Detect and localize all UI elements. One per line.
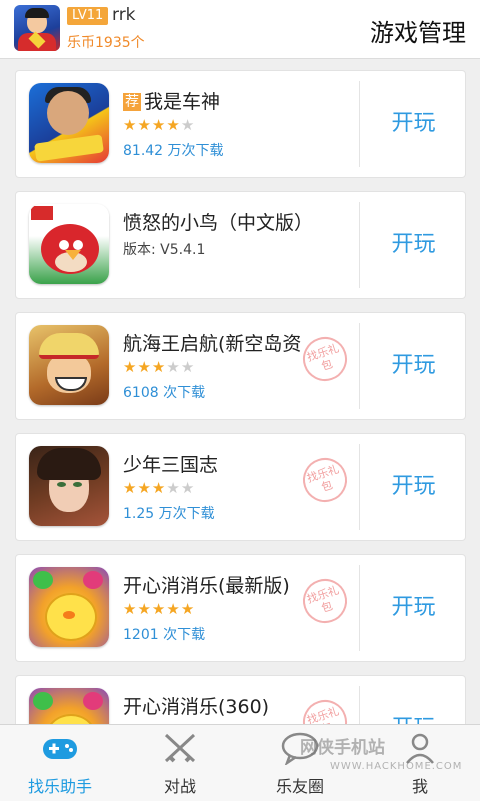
- nav-label: 找乐助手: [27, 777, 92, 796]
- game-list[interactable]: 荐我是车神 ★★★★★ 81.42 万次下载 开玩 愤怒的小鸟（中文版） 版本:…: [0, 58, 480, 724]
- star-filled-icon: ★: [123, 600, 138, 618]
- game-icon-happy-match[interactable]: [29, 567, 109, 647]
- game-icon-one-piece[interactable]: [29, 325, 109, 405]
- download-count: 81.42 万次下载: [123, 143, 224, 159]
- bottom-nav: 找乐助手 对战 乐友圈 我 网侠手机站 WWW.HACKHOME.COM: [0, 724, 480, 801]
- divider: [359, 323, 360, 409]
- star-empty-icon: ★: [180, 358, 196, 376]
- version-label: 版本: V5.4.1: [123, 242, 206, 258]
- divider: [359, 444, 360, 530]
- nav-label: 乐友圈: [275, 777, 324, 796]
- username: rrk: [112, 5, 136, 25]
- gift-pack-stamp: 找乐礼包: [297, 452, 353, 508]
- nav-tab-helper[interactable]: 找乐助手: [0, 725, 120, 801]
- download-count: 1201 次下载: [123, 627, 206, 643]
- recommend-tag: 荐: [123, 93, 141, 111]
- game-card[interactable]: 开心消消乐(360) ★★★★★ 找乐礼包 开玩: [15, 675, 466, 724]
- game-name: 愤怒的小鸟（中文版）: [123, 212, 314, 234]
- nav-label: 我: [411, 777, 428, 796]
- game-card[interactable]: 航海王启航(新空岛资 ★★★★★ 6108 次下载 找乐礼包 开玩: [15, 312, 466, 420]
- watermark-url: WWW.HACKHOME.COM: [330, 761, 463, 772]
- page-title: 游戏管理: [370, 19, 466, 47]
- star-filled-icon: ★: [151, 116, 167, 134]
- game-card[interactable]: 愤怒的小鸟（中文版） 版本: V5.4.1 开玩: [15, 191, 466, 299]
- game-card[interactable]: 少年三国志 ★★★★★ 1.25 万次下载 找乐礼包 开玩: [15, 433, 466, 541]
- star-filled-icon: ★: [151, 479, 167, 497]
- star-empty-icon: ★: [166, 479, 181, 497]
- divider: [359, 565, 360, 651]
- download-count: 6108 次下载: [123, 385, 206, 401]
- star-rating: ★★★★★: [123, 116, 195, 134]
- top-header: LV11 rrk 乐币1935个 游戏管理: [0, 0, 480, 59]
- star-empty-icon: ★: [180, 116, 196, 134]
- game-name: 开心消消乐(360): [123, 696, 270, 718]
- game-name: 航海王启航(新空岛资: [123, 333, 302, 355]
- star-filled-icon: ★: [137, 358, 152, 376]
- star-empty-icon: ★: [180, 479, 196, 497]
- nav-label: 对战: [163, 777, 196, 796]
- star-empty-icon: ★: [166, 358, 181, 376]
- game-card[interactable]: 荐我是车神 ★★★★★ 81.42 万次下载 开玩: [15, 70, 466, 178]
- star-filled-icon: ★: [166, 600, 181, 618]
- game-name: 开心消消乐(最新版): [123, 575, 290, 597]
- star-filled-icon: ★: [180, 600, 196, 618]
- star-filled-icon: ★: [166, 116, 181, 134]
- star-filled-icon: ★: [137, 600, 152, 618]
- game-name: 少年三国志: [123, 454, 219, 476]
- person-icon: [406, 733, 434, 764]
- divider: [359, 81, 360, 167]
- star-filled-icon: ★: [123, 479, 138, 497]
- star-filled-icon: ★: [137, 479, 152, 497]
- play-button[interactable]: 开玩: [362, 71, 465, 177]
- gift-pack-stamp: 找乐礼包: [297, 573, 353, 629]
- crossed-swords-icon: [164, 733, 196, 763]
- nav-tab-battle[interactable]: 对战: [120, 725, 240, 801]
- star-filled-icon: ★: [137, 116, 152, 134]
- game-card[interactable]: 开心消消乐(最新版) ★★★★★ 1201 次下载 找乐礼包 开玩: [15, 554, 466, 662]
- level-badge: LV11: [67, 7, 109, 25]
- coin-balance: 乐币1935个: [67, 35, 145, 51]
- star-filled-icon: ★: [151, 600, 167, 618]
- play-button[interactable]: 开玩: [362, 434, 465, 540]
- game-icon-happy-match-360[interactable]: [29, 688, 109, 724]
- gift-pack-stamp: 找乐礼包: [297, 331, 353, 387]
- game-icon-three-kingdoms[interactable]: [29, 446, 109, 526]
- star-rating: ★★★★★: [123, 479, 195, 497]
- gamepad-icon: [43, 739, 77, 759]
- game-icon-car-god[interactable]: [29, 83, 109, 163]
- star-filled-icon: ★: [123, 358, 138, 376]
- user-avatar[interactable]: [14, 5, 60, 51]
- watermark-text: 网侠手机站: [300, 738, 385, 758]
- play-button[interactable]: 开玩: [362, 676, 465, 724]
- game-name: 荐我是车神: [123, 91, 221, 113]
- play-button[interactable]: 开玩: [362, 313, 465, 419]
- play-button[interactable]: 开玩: [362, 192, 465, 298]
- star-filled-icon: ★: [123, 116, 138, 134]
- star-rating: ★★★★★: [123, 600, 195, 618]
- gift-pack-stamp: 找乐礼包: [297, 694, 353, 724]
- download-count: 1.25 万次下载: [123, 506, 215, 522]
- star-rating: ★★★★★: [123, 358, 195, 376]
- divider: [359, 686, 360, 724]
- game-icon-angry-birds[interactable]: [29, 204, 109, 284]
- star-filled-icon: ★: [151, 358, 167, 376]
- play-button[interactable]: 开玩: [362, 555, 465, 661]
- divider: [359, 202, 360, 288]
